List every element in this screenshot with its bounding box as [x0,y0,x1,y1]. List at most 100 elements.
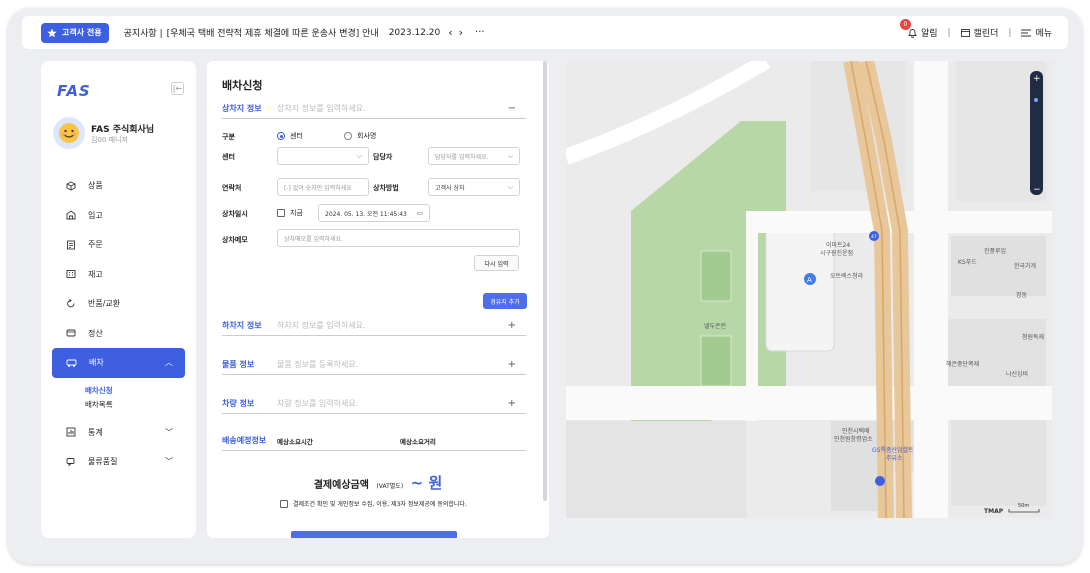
map-label: 이마트24 [826,241,850,249]
pickup-section-title: 상차지 정보 [222,104,262,113]
alarm-button[interactable]: 0 알림 [899,19,938,39]
company-name: FAS 주식회사님 [91,125,155,135]
center-select[interactable]: ⌵ [277,147,369,165]
manager-select[interactable]: 담당자를 입력하세요. ⌵ [428,147,520,165]
more-button[interactable]: ··· [475,27,485,38]
goods-section-title: 물품 정보 [222,360,255,369]
now-checkbox[interactable]: 지금 [277,208,303,218]
expand-vehicle-button[interactable]: + [508,398,516,409]
notice-next-button[interactable]: › [459,26,463,39]
vehicle-section-header[interactable]: 차량 정보 차량 정보를 입력하세요. + [222,394,526,414]
chart-icon [66,427,76,437]
zoom-out-button[interactable]: − [1033,185,1041,195]
type-company-radio[interactable]: 회사명 [344,131,376,141]
notice-prev-button[interactable]: ‹ [448,26,452,39]
dropoff-section-title: 하차지 정보 [222,321,262,330]
est-time-label: 예상소요시간 [277,437,313,446]
menu-button[interactable]: 메뉴 [1021,26,1052,39]
pickup-section-header[interactable]: 상차지 정보 상차지 정보를 입력하세요. − [222,99,526,119]
warehouse-icon [66,210,76,220]
sidebar-item-quality[interactable]: 물류품질 ﹀ [52,447,185,477]
notice-text[interactable]: [우체국 택배 전략적 제휴 체결에 따른 운송사 변경] 안내 [167,26,379,39]
divider: | [1008,27,1012,38]
reset-button[interactable]: 다시 입력 [474,255,519,271]
dispatch-submenu: 배차신청 배차목록 [52,378,185,418]
type-center-radio[interactable]: 센터 [277,131,303,141]
notice-label: 공지사항 | [123,29,163,39]
dispatch-form-panel: 배차신청 상차지 정보 상차지 정보를 입력하세요. − 구분 센터 회사명 센… [207,61,549,538]
method-select[interactable]: 고객사 상차 ⌵ [428,178,520,196]
manager-label: 담당자 [373,153,393,161]
add-stop-button[interactable]: 경유지 추가 [483,293,527,309]
delivery-section-title: 배송예정정보 [222,436,267,445]
menu-label: 메뉴 [1035,29,1052,39]
datetime-label: 상차일시 [222,210,248,218]
sidebar-item-label: 상품 [88,181,103,191]
map-view[interactable]: A 47 이마트24 시구원진운점 오트렉스청라 낼두은린 인천시택배 인천원창… [566,61,1052,518]
sidebar-item-settlement[interactable]: 정산 [52,319,185,349]
sidebar-item-label: 주문 [88,240,103,250]
map-canvas[interactable]: A 47 이마트24 시구원진운점 오트렉스청라 낼두은린 인천시택배 인천원창… [566,61,1052,518]
est-distance-label: 예상소요거리 [400,437,436,446]
type-label: 구분 [222,133,235,141]
dropoff-section-header[interactable]: 하차지 정보 하차지 정보를 입력하세요. + [222,316,526,336]
delivery-section: 배송예정정보 예상소요시간 예상소요거리 [222,431,526,451]
user-name: 김00 매니저 [91,136,128,144]
calendar-icon: ▭ [416,209,423,217]
collapse-pickup-button[interactable]: − [508,103,516,114]
contact-input[interactable]: [-] 없이 숫자만 입력하세요 [277,178,369,196]
svg-text:A: A [807,276,812,284]
map-label: 나신싱비 [1006,370,1028,378]
map-provider-label: TMAP [984,508,1004,515]
zoom-in-button[interactable]: + [1033,74,1041,84]
goods-placeholder: 물품 정보를 등록하세요. [277,360,359,369]
total-amount: ~ 원 [410,474,443,492]
map-label: 인천원창령업소 [834,435,873,443]
sidebar-item-returns[interactable]: 반품/교환 [52,289,185,319]
expand-dropoff-button[interactable]: + [508,320,516,331]
sidebar-item-label: 재고 [88,269,103,279]
sidebar: FAS |← FAS 주식회사님 김00 매니저 상품 입고 주문 재고 반품/… [41,61,196,538]
vehicle-placeholder: 차량 정보를 입력하세요. [277,399,359,408]
map-label: 정동 [1016,292,1028,299]
estimated-total: 결제예상금액 (VAT별도) ~ 원 [207,472,549,493]
calendar-button[interactable]: 캘린더 [960,26,999,39]
divider: | [947,27,951,38]
sidebar-item-orders[interactable]: 주문 [52,230,185,260]
fas-logo[interactable]: FAS [57,82,91,100]
chat-icon [66,457,75,467]
agree-text: 결제조건 확인 및 개인정보 수집, 이용, 제3자 정보제공에 동의합니다. [293,501,467,508]
datetime-input[interactable]: 2024. 05. 13. 오전 11:45:43 ▭ [318,204,430,222]
agree-checkbox[interactable]: 결제조건 확인 및 개인정보 수집, 이용, 제3자 정보제공에 동의합니다. [280,499,467,508]
chevron-down-icon: ⌵ [507,151,513,160]
notice-date: 2023.12.20 [388,27,441,38]
map-label: 한국가게 [1014,262,1036,270]
submit-button[interactable] [291,531,457,538]
collapse-sidebar-button[interactable]: |← [171,82,184,95]
badge-label: 고객사 전용 [62,28,102,37]
page-title: 배차신청 [222,79,263,92]
sidebar-item-products[interactable]: 상품 [52,171,185,201]
map-label: 시구원진운점 [820,249,853,257]
customer-badge[interactable]: 고객사 전용 [41,22,109,43]
contact-placeholder: [-] 없이 숫자만 입력하세요 [284,184,352,192]
sidebar-item-label: 통계 [88,427,103,437]
sidebar-item-statistics[interactable]: 통계 ﹀ [52,418,185,448]
expand-goods-button[interactable]: + [508,359,516,370]
map-label: 주유소 [886,455,903,462]
notice-ticker[interactable]: 공지사항 | [우체국 택배 전략적 제휴 체결에 따른 운송사 변경] 안내 … [123,26,441,40]
center-label: 센터 [222,153,235,161]
truck-icon [66,359,77,367]
sidebar-item-inventory[interactable]: 재고 [52,260,185,290]
sidebar-item-label: 입고 [88,210,103,220]
calendar-label: 캘린더 [973,29,999,39]
submenu-dispatch-request[interactable]: 배차신청 [85,384,185,398]
sidebar-item-dispatch[interactable]: 배차 ︿ [52,348,185,378]
goods-section-header[interactable]: 물품 정보 물품 정보를 등록하세요. + [222,355,526,375]
submenu-dispatch-list[interactable]: 배차목록 [85,398,185,412]
memo-input[interactable]: 상차메모를 입력하세요. [277,229,520,247]
scrollbar[interactable] [543,61,547,501]
sidebar-item-inbound[interactable]: 입고 [52,201,185,231]
total-label: 결제예상금액 [313,480,369,491]
now-label: 지금 [290,209,303,217]
